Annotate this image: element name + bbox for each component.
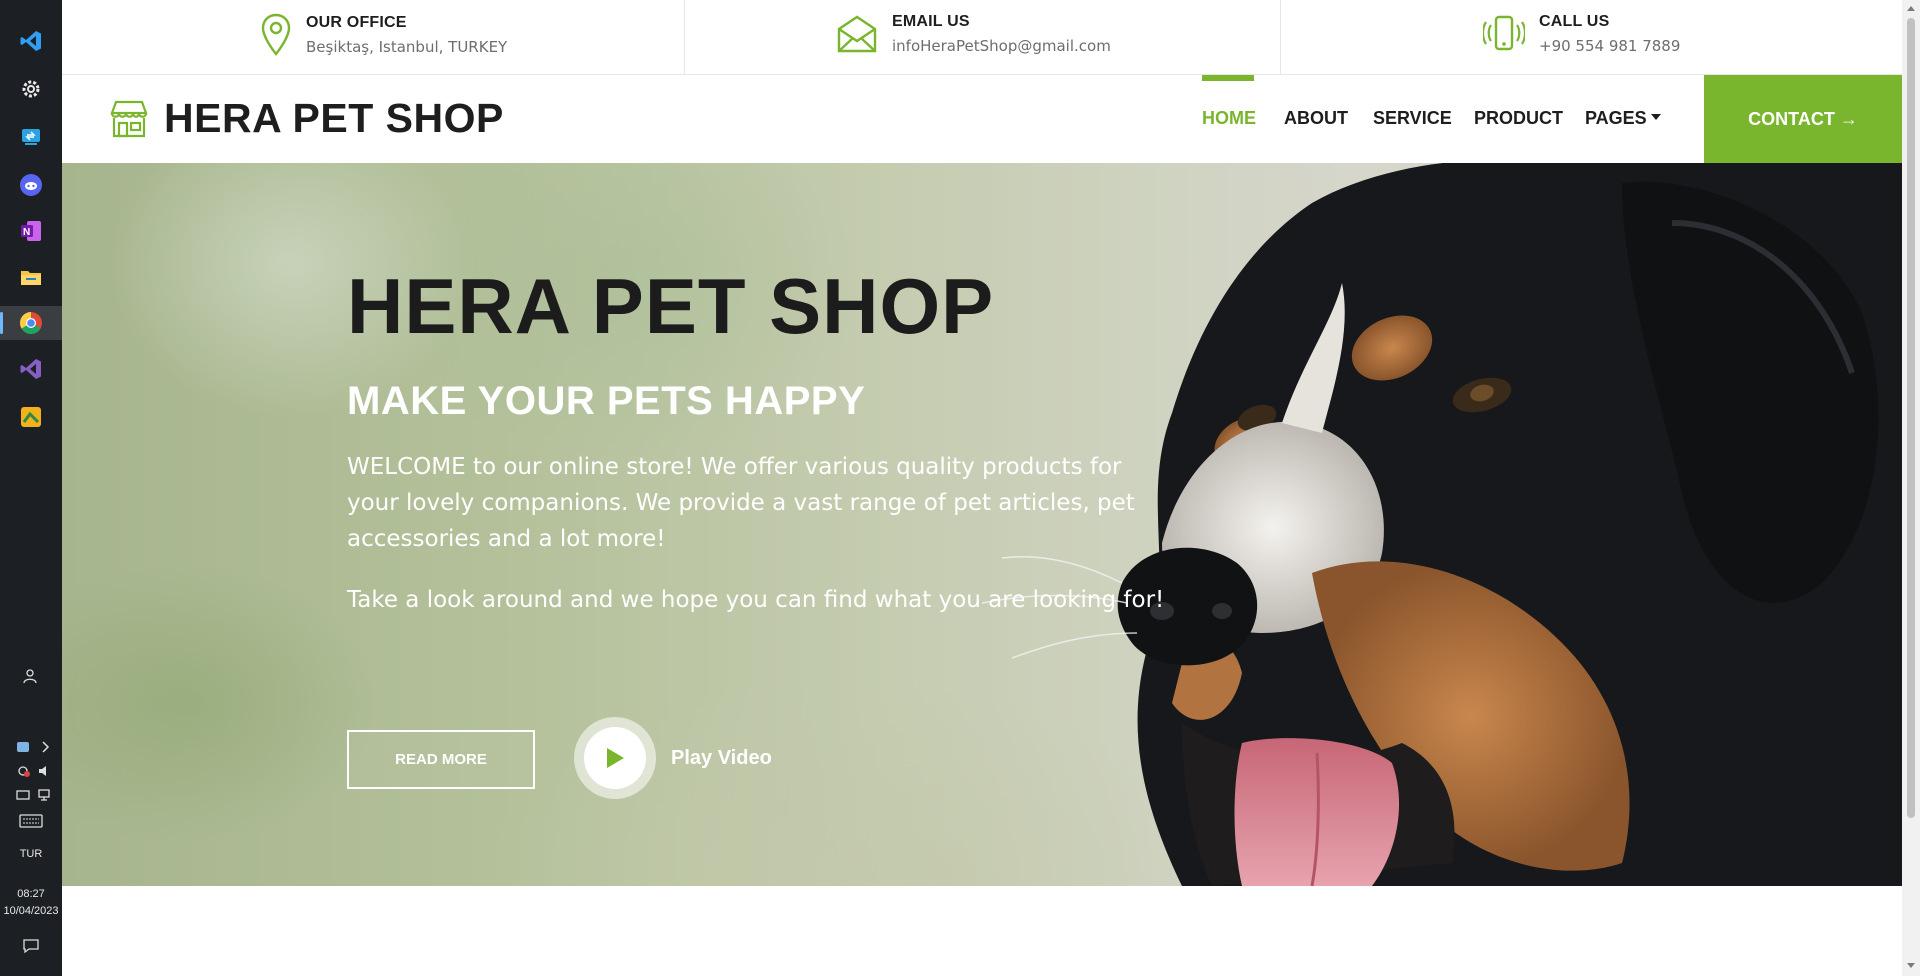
vscode-icon[interactable]: [14, 24, 48, 58]
email-title: EMAIL US: [892, 13, 970, 30]
nav-service[interactable]: SERVICE: [1373, 108, 1452, 129]
call-info: CALL US +90 554 981 7889: [1281, 0, 1902, 75]
play-video-button[interactable]: [574, 717, 656, 799]
nav-about[interactable]: ABOUT: [1284, 108, 1348, 129]
app-icon[interactable]: [14, 400, 48, 434]
visual-studio-icon[interactable]: [14, 352, 48, 386]
volume-icon[interactable]: [0, 764, 62, 781]
location-pin-icon: [261, 13, 291, 56]
notification-icon[interactable]: [0, 938, 62, 957]
file-explorer-icon[interactable]: [14, 260, 48, 294]
language-indicator[interactable]: TUR: [0, 848, 62, 860]
chrome-icon[interactable]: [0, 306, 62, 340]
email-info: EMAIL US infoHeraPetShop@gmail.com: [685, 0, 1281, 75]
people-icon[interactable]: [0, 668, 62, 687]
nav-pages-label: PAGES: [1585, 108, 1647, 128]
settings-icon[interactable]: [14, 72, 48, 106]
store-icon: [110, 100, 148, 137]
main-navbar: HERA PET SHOP HOME ABOUT SERVICE PRODUCT…: [62, 75, 1902, 163]
nav-pages-dropdown[interactable]: PAGES: [1585, 108, 1661, 129]
scroll-up-arrow-icon[interactable]: [1907, 6, 1915, 11]
play-video-label[interactable]: Play Video: [671, 747, 772, 770]
scrollbar-thumb[interactable]: [1907, 18, 1915, 818]
clock-time[interactable]: 08:27: [0, 888, 62, 900]
nav-home[interactable]: HOME: [1202, 108, 1256, 129]
tray-expand-icon[interactable]: [0, 740, 62, 757]
hero-section: HERA PET SHOP MAKE YOUR PETS HAPPY WELCO…: [62, 163, 1902, 886]
chevron-down-icon: [1650, 114, 1661, 121]
read-more-button[interactable]: READ MORE: [347, 730, 535, 789]
contact-button[interactable]: CONTACT →: [1704, 75, 1902, 163]
hero-paragraph-welcome: WELCOME to our online store! We offer va…: [347, 454, 1135, 552]
page-scrollbar[interactable]: [1902, 0, 1920, 976]
office-info: OUR OFFICE Beşiktaş, Istanbul, TURKEY: [62, 0, 685, 75]
keyboard-icon[interactable]: [0, 814, 62, 831]
site-logo[interactable]: HERA PET SHOP: [108, 95, 504, 142]
email-address[interactable]: infoHeraPetShop@gmail.com: [892, 37, 1111, 55]
nav-product[interactable]: PRODUCT: [1474, 108, 1563, 129]
nav-active-indicator: [1202, 75, 1254, 81]
call-title: CALL US: [1539, 13, 1610, 30]
hero-title: HERA PET SHOP: [347, 262, 995, 350]
logo-text[interactable]: HERA PET SHOP: [164, 95, 504, 142]
svg-text:N: N: [23, 227, 30, 238]
remote-desktop-icon[interactable]: [14, 120, 48, 154]
top-info-bar: OUR OFFICE Beşiktaş, Istanbul, TURKEY EM…: [62, 0, 1902, 75]
network-icon[interactable]: [0, 788, 62, 805]
phone-vibrate-icon: [1483, 15, 1525, 51]
office-address: Beşiktaş, Istanbul, TURKEY: [306, 38, 508, 56]
hero-paragraph-lookaround: Take a look around and we hope you can f…: [347, 587, 1165, 613]
scroll-down-arrow-icon[interactable]: [1907, 963, 1915, 968]
play-icon: [607, 748, 624, 768]
phone-number[interactable]: +90 554 981 7889: [1539, 37, 1680, 55]
envelope-icon: [837, 15, 877, 53]
clock-date[interactable]: 10/04/2023: [0, 905, 62, 917]
onenote-icon[interactable]: N: [14, 214, 48, 248]
windows-taskbar: N TUR 08:27 10/04/2023: [0, 0, 62, 976]
discord-icon[interactable]: [14, 168, 48, 202]
hero-subtitle: MAKE YOUR PETS HAPPY: [347, 379, 866, 423]
office-title: OUR OFFICE: [306, 14, 407, 31]
browser-viewport: OUR OFFICE Beşiktaş, Istanbul, TURKEY EM…: [62, 0, 1902, 976]
